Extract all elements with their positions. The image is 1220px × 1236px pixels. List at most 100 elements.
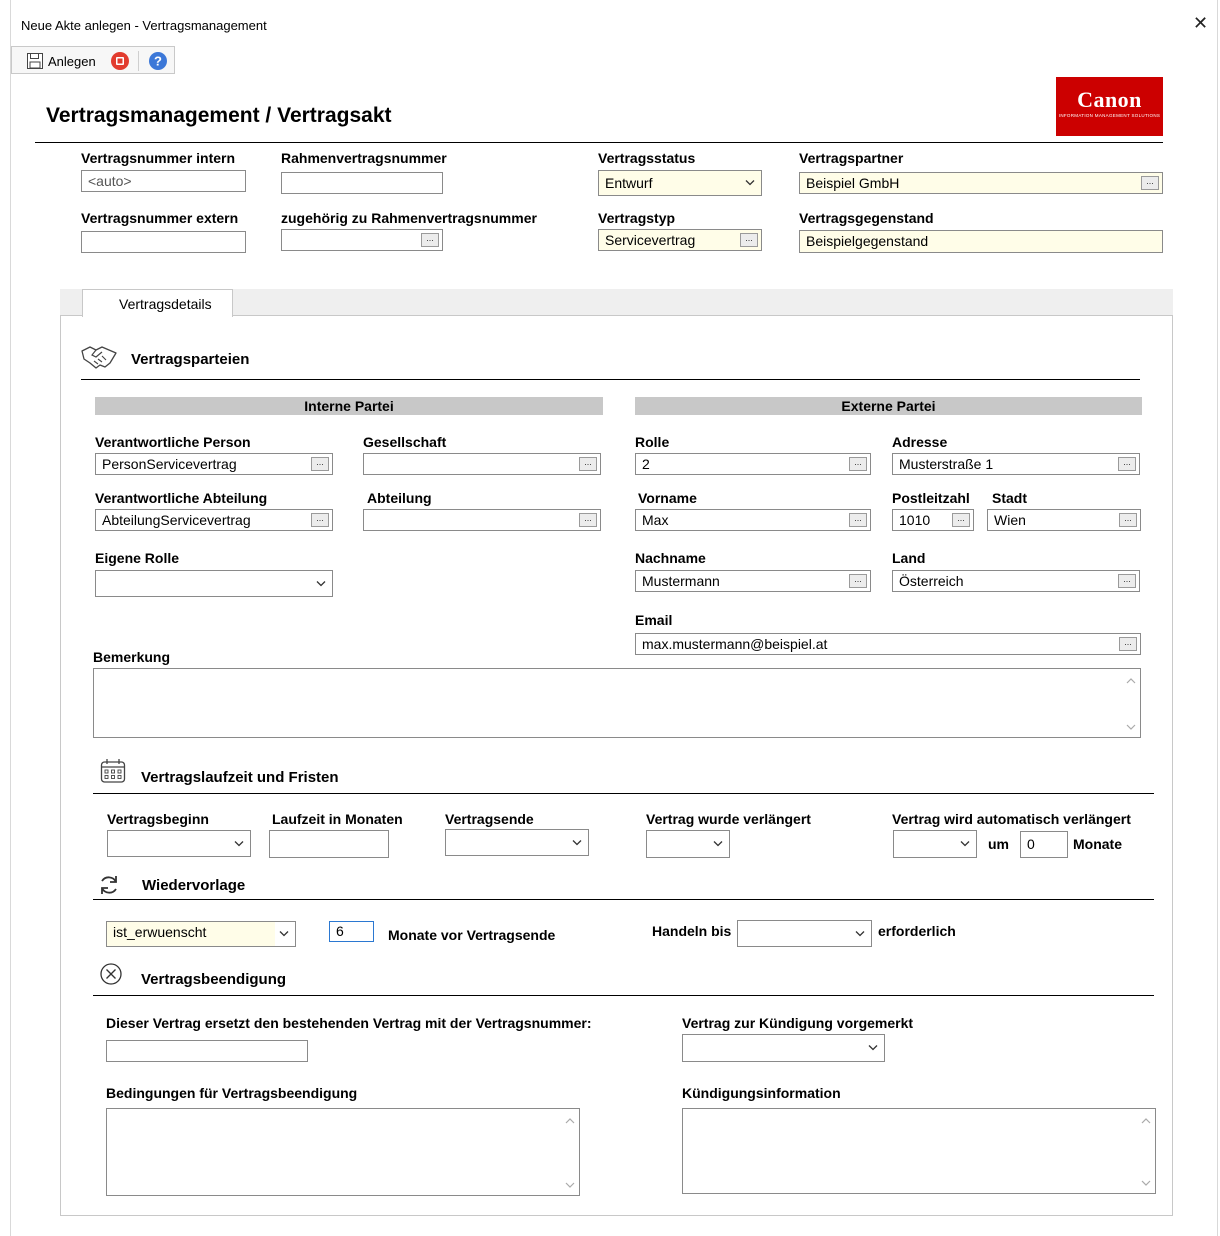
land-input[interactable]: Österreich ... xyxy=(892,570,1140,592)
stop-button[interactable] xyxy=(110,50,130,72)
vertragstyp-value: Servicevertrag xyxy=(605,232,696,248)
ellipsis-button[interactable]: ... xyxy=(849,457,867,471)
scroll-down-icon[interactable] xyxy=(1126,724,1136,731)
tab-vertragsdetails[interactable]: Vertragsdetails xyxy=(82,289,233,317)
scroll-up-icon[interactable] xyxy=(1126,677,1136,684)
chevron-down-icon[interactable] xyxy=(316,580,326,587)
postleitzahl-input[interactable]: 1010 ... xyxy=(892,509,974,531)
ellipsis-button[interactable]: ... xyxy=(1119,637,1137,651)
vertragsnummer-extern-label: Vertragsnummer extern xyxy=(81,210,239,226)
laufzeit-monate-label: Laufzeit in Monaten xyxy=(272,811,403,827)
chevron-down-icon[interactable] xyxy=(868,1045,878,1052)
anlegen-button[interactable]: Anlegen xyxy=(26,50,96,72)
handshake-icon xyxy=(81,346,117,369)
ellipsis-button[interactable]: ... xyxy=(1118,457,1136,471)
gesellschaft-input[interactable]: ... xyxy=(363,453,601,475)
rahmenvertragsnummer-input[interactable] xyxy=(281,172,443,194)
verantwortliche-person-value: PersonServicevertrag xyxy=(102,456,237,472)
ellipsis-button[interactable]: ... xyxy=(952,513,970,527)
zugehoerig-rahmen-input[interactable]: ... xyxy=(281,229,443,251)
chevron-down-icon[interactable] xyxy=(234,840,244,847)
wiedervorlage-select[interactable]: ist_erwuenscht xyxy=(106,921,296,947)
kuendigungsinfo-textarea[interactable] xyxy=(682,1108,1156,1194)
close-icon[interactable]: ✕ xyxy=(1193,14,1208,32)
stop-icon xyxy=(111,52,129,70)
vorname-input[interactable]: Max ... xyxy=(635,509,871,531)
verlaengert-select[interactable] xyxy=(646,830,730,858)
postleitzahl-value: 1010 xyxy=(899,512,931,528)
section-title-vertragsparteien: Vertragsparteien xyxy=(131,351,250,368)
auto-verlaengert-select[interactable] xyxy=(893,830,977,858)
ellipsis-button[interactable]: ... xyxy=(421,233,439,247)
refresh-icon xyxy=(101,876,117,894)
ellipsis-button[interactable]: ... xyxy=(579,513,597,527)
wiedervorlage-monate-input[interactable]: 6 xyxy=(329,921,374,942)
adresse-label: Adresse xyxy=(892,434,948,450)
chevron-down-icon[interactable] xyxy=(713,841,723,848)
rolle-input[interactable]: 2 ... xyxy=(635,453,871,475)
erforderlich-label: erforderlich xyxy=(878,923,956,939)
ellipsis-button[interactable]: ... xyxy=(849,574,867,588)
help-button[interactable]: ? xyxy=(148,50,168,72)
verantwortliche-person-input[interactable]: PersonServicevertrag ... xyxy=(95,453,333,475)
toolbar-separator xyxy=(138,51,139,71)
verantwortliche-abteilung-input[interactable]: AbteilungServicevertrag ... xyxy=(95,509,333,531)
auto-verlaengert-label: Vertrag wird automatisch verlängert xyxy=(892,811,1131,827)
section-divider xyxy=(93,899,1154,900)
ellipsis-button[interactable]: ... xyxy=(849,513,867,527)
vertragspartner-label: Vertragspartner xyxy=(799,150,904,166)
bemerkung-textarea[interactable] xyxy=(93,668,1141,738)
vorname-label: Vorname xyxy=(638,490,697,506)
interne-partei-header: Interne Partei xyxy=(95,397,603,415)
vertragsgegenstand-label: Vertragsgegenstand xyxy=(799,210,934,226)
ellipsis-button[interactable]: ... xyxy=(311,457,329,471)
vertragsgegenstand-input[interactable]: Beispielgegenstand xyxy=(799,230,1163,253)
section-title-wiedervorlage: Wiedervorlage xyxy=(142,877,246,894)
handeln-bis-label: Handeln bis xyxy=(652,923,732,939)
chevron-down-icon[interactable] xyxy=(572,839,582,846)
adresse-input[interactable]: Musterstraße 1 ... xyxy=(892,453,1140,475)
ellipsis-button[interactable]: ... xyxy=(311,513,329,527)
stadt-label: Stadt xyxy=(992,490,1027,506)
email-input[interactable]: max.mustermann@beispiel.at ... xyxy=(635,633,1141,655)
anlegen-label: Anlegen xyxy=(48,53,96,69)
tab-panel xyxy=(60,315,1173,1216)
um-label: um xyxy=(988,836,1009,852)
scroll-down-icon[interactable] xyxy=(1141,1180,1151,1187)
kuendigung-vorgemerkt-select[interactable] xyxy=(682,1034,885,1062)
vertragsnummer-extern-input[interactable] xyxy=(81,231,246,253)
scroll-up-icon[interactable] xyxy=(1141,1117,1151,1124)
ellipsis-button[interactable]: ... xyxy=(1119,513,1137,527)
nachname-input[interactable]: Mustermann ... xyxy=(635,570,871,592)
vertragsbeginn-label: Vertragsbeginn xyxy=(107,811,209,827)
eigene-rolle-select[interactable] xyxy=(95,570,333,597)
chevron-down-icon[interactable] xyxy=(745,180,755,187)
toolbar: Anlegen ? xyxy=(11,46,175,74)
ellipsis-button[interactable]: ... xyxy=(579,457,597,471)
auto-verlaengert-monate-input[interactable]: 0 xyxy=(1020,831,1068,858)
vertragspartner-input[interactable]: Beispiel GmbH ... xyxy=(799,172,1163,194)
ellipsis-button[interactable]: ... xyxy=(1141,176,1159,190)
vertragsbeginn-select[interactable] xyxy=(107,830,251,857)
ersetzt-input[interactable] xyxy=(106,1040,308,1062)
chevron-down-icon[interactable] xyxy=(279,931,289,938)
vertragsstatus-select[interactable]: Entwurf xyxy=(598,170,762,196)
ersetzt-label: Dieser Vertrag ersetzt den bestehenden V… xyxy=(106,1015,592,1031)
bedingungen-textarea[interactable] xyxy=(106,1108,580,1196)
stadt-input[interactable]: Wien ... xyxy=(987,509,1141,531)
abteilung-input[interactable]: ... xyxy=(363,509,601,531)
logo-subtitle: INFORMATION MANAGEMENT SOLUTIONS xyxy=(1058,113,1161,118)
handeln-bis-select[interactable] xyxy=(737,920,872,947)
section-divider xyxy=(93,995,1154,996)
vertragsende-select[interactable] xyxy=(445,829,589,856)
vertragsnummer-intern-input[interactable]: <auto> xyxy=(81,170,246,192)
ellipsis-button[interactable]: ... xyxy=(740,233,758,247)
scroll-down-icon[interactable] xyxy=(565,1182,575,1189)
chevron-down-icon[interactable] xyxy=(960,841,970,848)
ellipsis-button[interactable]: ... xyxy=(1118,574,1136,588)
verantwortliche-person-label: Verantwortliche Person xyxy=(95,434,251,450)
chevron-down-icon[interactable] xyxy=(855,930,865,937)
scroll-up-icon[interactable] xyxy=(565,1117,575,1124)
vertragstyp-input[interactable]: Servicevertrag ... xyxy=(598,229,762,251)
laufzeit-monate-input[interactable] xyxy=(269,830,389,858)
